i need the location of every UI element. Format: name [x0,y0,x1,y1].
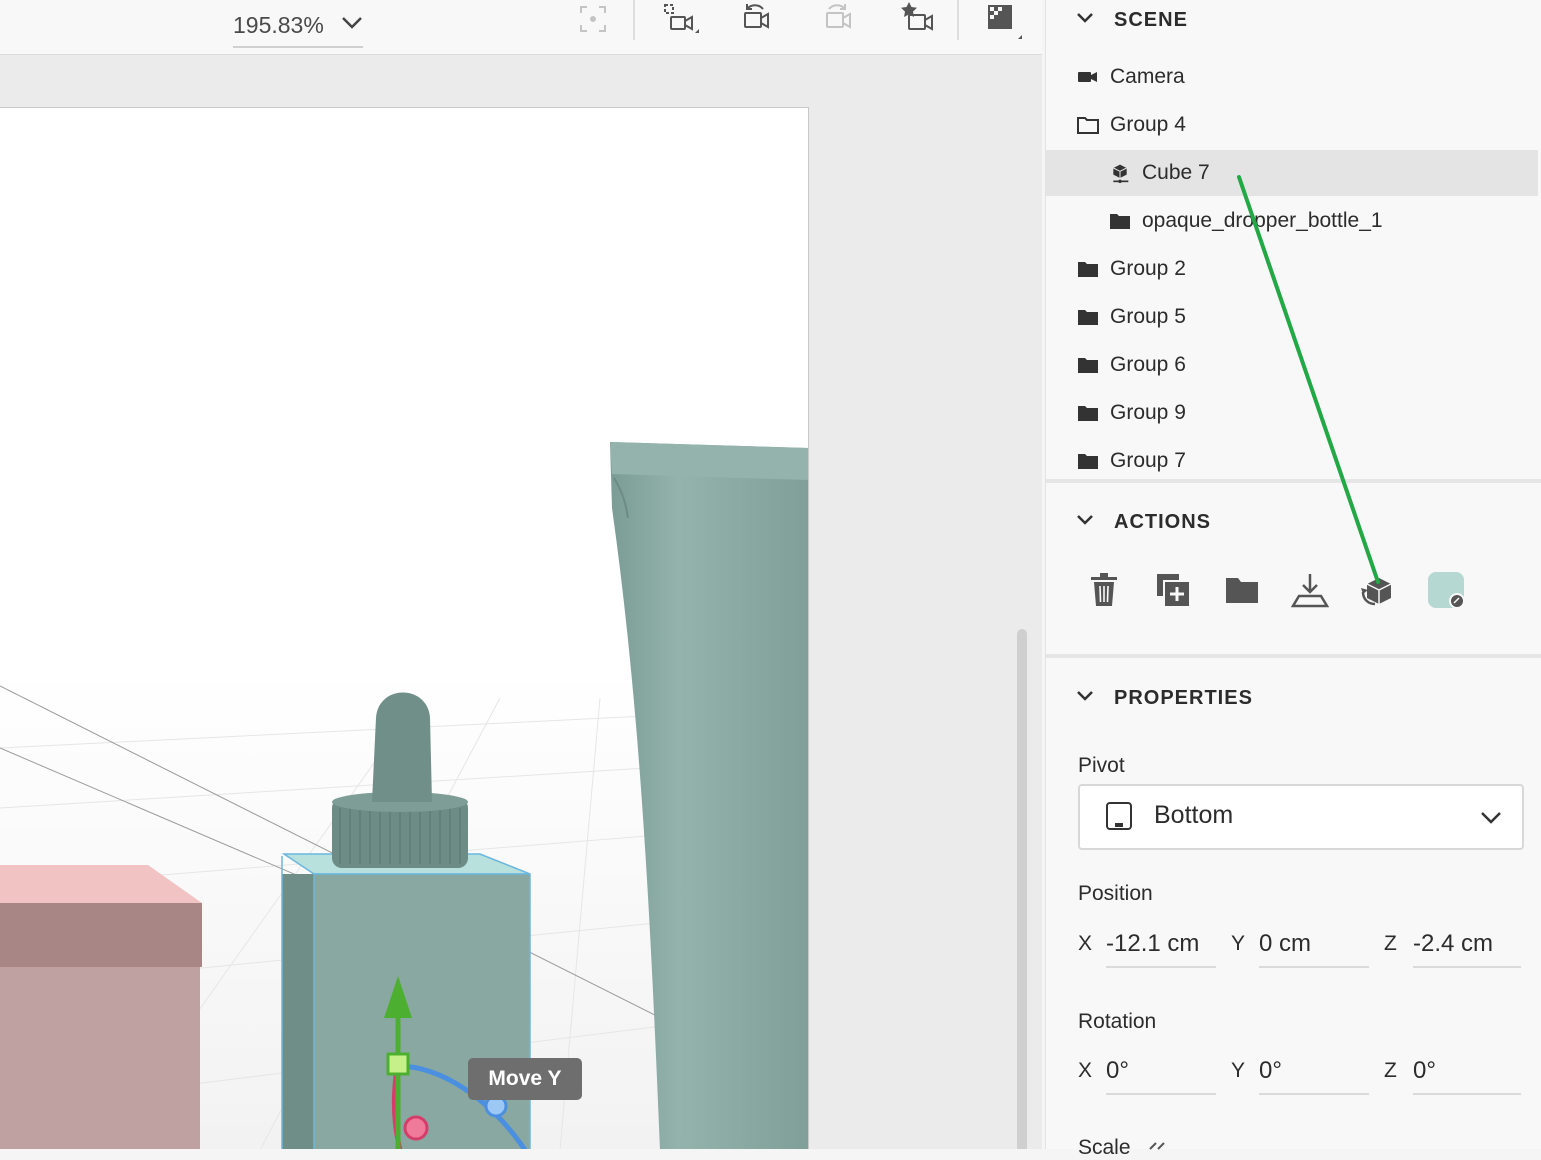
zoom-dropdown[interactable]: 195.83% [233,4,363,48]
tree-item-label: Group 9 [1110,401,1186,424]
position-label: Position [1078,882,1153,905]
position-z-axis-label: Z [1384,932,1397,955]
material-swatch-button[interactable] [1424,568,1468,612]
tree-item-group-9[interactable]: Group 9 [1046,390,1538,436]
canvas-toolbar: 195.83% [0,0,1042,55]
chevron-down-icon [1077,13,1093,23]
camera-frame-icon[interactable] [660,0,700,38]
tree-item-group-7[interactable]: Group 7 [1046,438,1538,484]
ground-grid-icon[interactable] [982,0,1022,39]
actions-title: ACTIONS [1114,510,1211,533]
tree-item-label: Group 7 [1110,449,1186,472]
folder-icon [1078,262,1098,277]
replace-object-icon [1361,578,1392,606]
frame-select-icon[interactable] [573,0,613,38]
vertical-scrollbar[interactable] [1017,629,1027,1149]
tree-item-group-6[interactable]: Group 6 [1046,342,1538,388]
actions-section-header[interactable]: ACTIONS [1046,502,1541,542]
section-divider [1046,654,1541,658]
duplicate-button[interactable] [1151,568,1195,612]
folder-icon [1078,358,1098,373]
folder-icon [1078,310,1098,325]
group-folder-icon [1226,578,1258,603]
scene-render [0,442,808,1149]
link-icon [1149,1142,1165,1150]
position-z-field[interactable]: -2.4 cm [1413,922,1521,968]
tree-item-label: Group 5 [1110,305,1186,328]
scene-title: SCENE [1114,8,1188,31]
zoom-value: 195.83% [233,11,324,38]
folder-outline-icon [1077,117,1099,134]
tree-item-camera[interactable]: Camera [1046,54,1538,100]
rotation-label: Rotation [1078,1010,1157,1033]
cube-object-icon [1113,164,1129,183]
folder-icon [1078,406,1098,421]
tree-item-cube-7[interactable]: Cube 7 [1046,150,1538,196]
group-button[interactable] [1220,568,1264,612]
camera-bookmark-icon[interactable] [898,0,938,38]
rotation-y-axis-label: Y [1231,1059,1246,1082]
gizmo-tooltip: Move Y [468,1058,582,1100]
tree-item-group-5[interactable]: Group 5 [1046,294,1538,340]
rotation-y-field[interactable]: 0° [1259,1049,1369,1095]
pivot-bottom-icon [1106,802,1132,830]
tree-item-label: Cube 7 [1142,161,1210,184]
trash-icon [1091,573,1117,606]
position-x-field[interactable]: -12.1 cm [1106,922,1216,968]
pivot-value: Bottom [1154,801,1234,829]
material-swatch-icon [1428,572,1465,609]
rotation-z-axis-label: Z [1384,1059,1397,1082]
folder-icon [1110,214,1130,229]
pivot-dropdown[interactable]: Bottom [1078,784,1524,850]
tree-item-label: Group 4 [1110,113,1186,136]
camera-icon [1078,72,1097,82]
rotation-z-field[interactable]: 0° [1413,1049,1521,1095]
position-y-axis-label: Y [1231,932,1246,955]
tree-item-opaque-dropper-bottle[interactable]: opaque_dropper_bottle_1 [1046,198,1538,244]
duplicate-icon [1157,574,1189,606]
tree-item-group-2[interactable]: Group 2 [1046,246,1538,292]
camera-undo-icon[interactable] [736,0,776,38]
camera-redo-icon[interactable] [818,0,858,38]
chevron-down-icon [1077,691,1093,701]
tree-item-label: Group 6 [1110,353,1186,376]
rotation-x-axis-label: X [1078,1059,1093,1082]
right-panel: SCENE Camera Group 4 Cube 7 opaque_dropp… [1045,0,1541,1159]
replace-object-button[interactable] [1356,568,1400,612]
scale-label: Scale [1078,1136,1131,1159]
folder-icon [1078,454,1098,469]
chevron-down-icon [1481,812,1501,824]
drop-to-ground-icon [1291,574,1329,608]
tree-item-label: Camera [1110,65,1185,88]
3d-viewport[interactable] [0,107,809,1149]
section-divider [1046,479,1541,483]
properties-section-header[interactable]: PROPERTIES [1046,678,1541,718]
position-x-axis-label: X [1078,932,1093,955]
workspace: 195.83% Move Y [0,0,1042,1149]
canvas-area[interactable] [0,55,1042,1149]
tree-item-group-4[interactable]: Group 4 [1046,102,1538,148]
pivot-label: Pivot [1078,754,1125,777]
rotation-x-field[interactable]: 0° [1106,1049,1216,1095]
tree-item-label: Group 2 [1110,257,1186,280]
properties-title: PROPERTIES [1114,686,1253,709]
drop-to-ground-button[interactable] [1288,568,1332,612]
scene-section-header[interactable]: SCENE [1046,0,1541,40]
tree-item-label: opaque_dropper_bottle_1 [1142,209,1383,232]
delete-button[interactable] [1082,568,1126,612]
chevron-down-icon [342,17,362,29]
chevron-down-icon [1077,515,1093,525]
position-y-field[interactable]: 0 cm [1259,922,1369,968]
